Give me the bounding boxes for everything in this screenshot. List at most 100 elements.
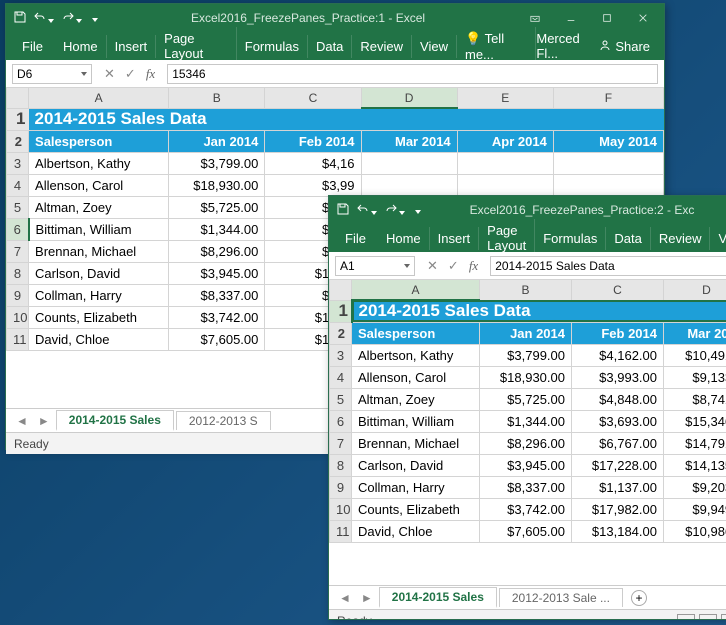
sheet-title-cell[interactable]: 2014-2015 Sales Data (29, 108, 664, 130)
cell[interactable]: Brennan, Michael (352, 432, 480, 454)
cell[interactable]: $6,767.00 (572, 432, 664, 454)
cell[interactable]: $9,949.0 (664, 498, 726, 520)
row-header[interactable]: 2 (330, 322, 352, 344)
sheet-tab-active[interactable]: 2014-2015 Sales (379, 587, 497, 608)
row-header[interactable]: 4 (330, 366, 352, 388)
col-header[interactable]: C (572, 280, 664, 300)
cell[interactable]: $8,337.00 (480, 476, 572, 498)
cell[interactable]: $9,203.0 (664, 476, 726, 498)
name-box[interactable]: A1 (335, 256, 415, 276)
select-all-corner[interactable] (7, 88, 29, 108)
account-name[interactable]: Merced Fl... (536, 31, 587, 61)
row-header[interactable]: 10 (7, 306, 29, 328)
row-header[interactable]: 8 (7, 262, 29, 284)
tab-insert[interactable]: Insert (107, 35, 157, 58)
cell[interactable]: Bittiman, William (29, 218, 169, 240)
cell[interactable]: Altman, Zoey (352, 388, 480, 410)
close-button[interactable] (626, 8, 660, 28)
cell[interactable]: $7,605.00 (169, 328, 265, 350)
cell[interactable]: Brennan, Michael (29, 240, 169, 262)
cell[interactable]: $5,725.00 (480, 388, 572, 410)
cell[interactable]: $1,344.00 (169, 218, 265, 240)
tab-view[interactable]: View (710, 227, 726, 250)
cell[interactable]: $1,137.00 (572, 476, 664, 498)
cell[interactable]: $8,296.00 (480, 432, 572, 454)
cell[interactable]: $1,344.00 (480, 410, 572, 432)
col-header[interactable]: B (480, 280, 572, 300)
cell[interactable]: Counts, Elizabeth (352, 498, 480, 520)
row-header[interactable]: 9 (330, 476, 352, 498)
col-header[interactable]: D (361, 88, 457, 108)
cell[interactable] (457, 152, 553, 174)
row-header[interactable]: 7 (7, 240, 29, 262)
row-header[interactable]: 8 (330, 454, 352, 476)
page-break-view-icon[interactable] (721, 614, 726, 621)
normal-view-icon[interactable] (677, 614, 695, 621)
cell[interactable]: $3,99 (265, 174, 361, 196)
qat-more-icon[interactable] (413, 203, 421, 217)
redo-icon[interactable] (385, 203, 405, 218)
row-header[interactable]: 11 (330, 520, 352, 542)
cell[interactable]: $3,945.00 (169, 262, 265, 284)
page-layout-view-icon[interactable] (699, 614, 717, 621)
fx-icon[interactable]: fx (465, 258, 482, 274)
cell[interactable]: $5,725.00 (169, 196, 265, 218)
tab-file[interactable]: File (10, 35, 55, 58)
cell[interactable]: $14,791.0 (664, 432, 726, 454)
row-header[interactable]: 1 (330, 300, 352, 322)
qat-more-icon[interactable] (90, 11, 98, 25)
row-header[interactable]: 5 (330, 388, 352, 410)
tab-file[interactable]: File (333, 227, 378, 250)
cell[interactable]: $18,930.00 (480, 366, 572, 388)
enter-icon[interactable]: ✓ (444, 258, 463, 274)
ribbon-options-icon[interactable] (518, 8, 552, 28)
cell[interactable]: Allenson, Carol (352, 366, 480, 388)
cell[interactable]: $8,296.00 (169, 240, 265, 262)
cell[interactable]: $3,693.00 (572, 410, 664, 432)
tell-me[interactable]: 💡 Tell me... (457, 27, 536, 66)
cell[interactable]: Allenson, Carol (29, 174, 169, 196)
tab-home[interactable]: Home (55, 35, 107, 58)
row-header[interactable]: 10 (330, 498, 352, 520)
name-box[interactable]: D6 (12, 64, 92, 84)
col-header[interactable]: A (352, 280, 480, 300)
sheet-tab[interactable]: 2012-2013 Sale ... (499, 588, 623, 607)
cell[interactable] (553, 174, 663, 196)
cell[interactable]: $13,184.00 (572, 520, 664, 542)
row-header[interactable]: 3 (7, 152, 29, 174)
tab-page-layout[interactable]: Page Layout (479, 219, 535, 257)
col-header[interactable]: E (457, 88, 553, 108)
cell[interactable]: $4,848.00 (572, 388, 664, 410)
undo-icon[interactable] (357, 203, 377, 218)
fx-icon[interactable]: fx (142, 66, 159, 82)
cancel-icon[interactable]: ✕ (423, 258, 442, 274)
tab-formulas[interactable]: Formulas (535, 227, 606, 250)
redo-icon[interactable] (62, 11, 82, 26)
sheet-title-cell[interactable]: 2014-2015 Sales Data (352, 300, 726, 322)
cell[interactable] (361, 174, 457, 196)
save-icon[interactable] (14, 11, 26, 26)
cell[interactable]: $18,930.00 (169, 174, 265, 196)
cell[interactable]: Albertson, Kathy (29, 152, 169, 174)
cell[interactable]: $8,741.0 (664, 388, 726, 410)
add-sheet-button[interactable]: + (631, 590, 647, 606)
sheet-tab-active[interactable]: 2014-2015 Sales (56, 410, 174, 431)
cell[interactable]: $3,799.00 (169, 152, 265, 174)
sheet-nav-next-icon[interactable]: ► (34, 414, 54, 428)
tab-data[interactable]: Data (606, 227, 650, 250)
tab-home[interactable]: Home (378, 227, 430, 250)
sheet-tab[interactable]: 2012-2013 S (176, 411, 271, 430)
cell[interactable]: Carlson, David (29, 262, 169, 284)
row-header[interactable]: 4 (7, 174, 29, 196)
col-header[interactable]: B (169, 88, 265, 108)
cell[interactable]: $7,605.00 (480, 520, 572, 542)
sheet-nav-next-icon[interactable]: ► (357, 591, 377, 605)
col-header[interactable]: D (664, 280, 726, 300)
row-header[interactable]: 6 (330, 410, 352, 432)
col-header[interactable]: A (29, 88, 169, 108)
formula-input[interactable]: 15346 (167, 64, 658, 84)
row-header[interactable]: 9 (7, 284, 29, 306)
row-header[interactable]: 6 (7, 218, 29, 240)
row-header[interactable]: 1 (7, 108, 29, 130)
cell[interactable]: Collman, Harry (352, 476, 480, 498)
